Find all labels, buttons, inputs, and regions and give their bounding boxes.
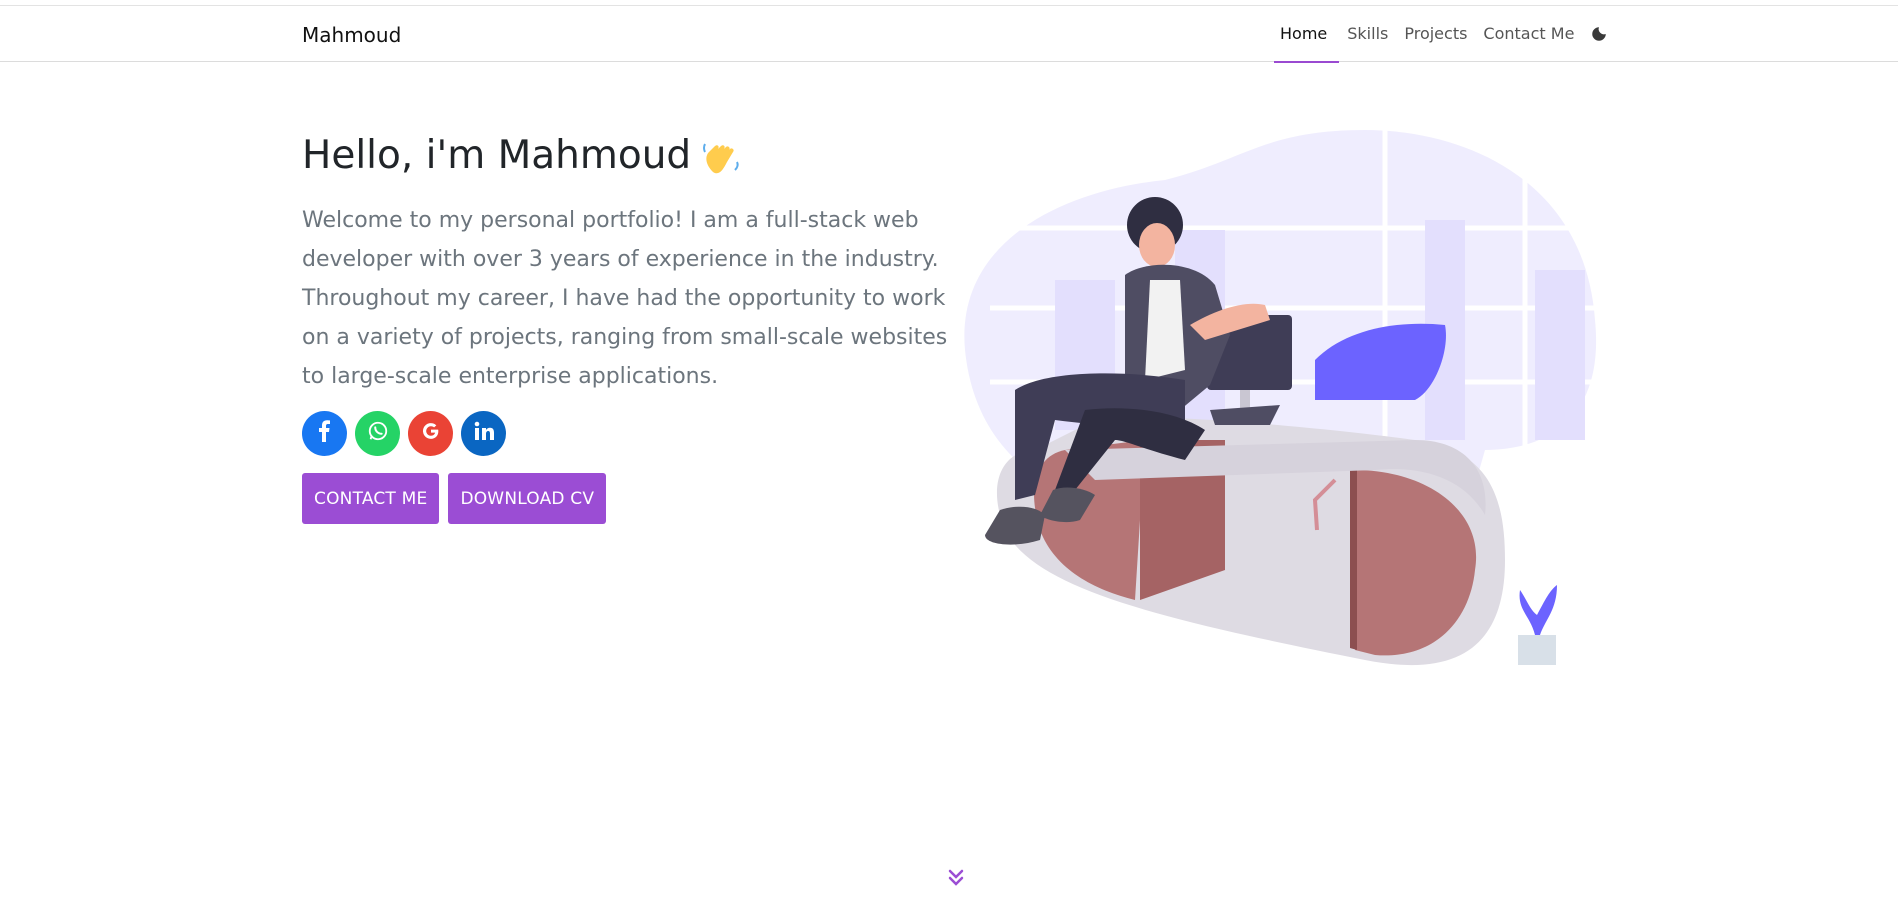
nav-link-projects[interactable]: Projects <box>1396 6 1475 62</box>
brand-logo[interactable]: Mahmoud <box>302 23 401 47</box>
nav-links: Home Skills Projects Contact Me <box>1274 6 1610 63</box>
nav-link-skills[interactable]: Skills <box>1339 6 1396 62</box>
hero-title: Hello, i'm Mahmoud <box>302 133 743 178</box>
waving-hand-icon <box>699 134 743 178</box>
nav-link-contact[interactable]: Contact Me <box>1475 6 1582 62</box>
hero-title-text: Hello, i'm Mahmoud <box>302 133 692 178</box>
hero-illustration <box>945 120 1605 680</box>
google-icon <box>420 420 442 448</box>
contact-me-button[interactable]: CONTACT ME <box>302 473 440 524</box>
navbar: Mahmoud Home Skills Projects Contact Me <box>0 6 1898 63</box>
double-chevron-down-icon[interactable] <box>947 868 965 888</box>
nav-link-home[interactable]: Home <box>1274 6 1340 63</box>
facebook-icon <box>315 419 335 448</box>
facebook-button[interactable] <box>302 411 347 456</box>
moon-icon[interactable] <box>1588 23 1610 45</box>
social-links <box>302 411 506 456</box>
download-cv-button[interactable]: DOWNLOAD CV <box>448 473 607 524</box>
hero-description: Welcome to my personal portfolio! I am a… <box>302 208 948 389</box>
whatsapp-button[interactable] <box>355 411 400 456</box>
hero-buttons: CONTACT ME DOWNLOAD CV <box>302 473 607 524</box>
whatsapp-icon <box>367 420 389 448</box>
linkedin-button[interactable] <box>461 411 506 456</box>
linkedin-icon <box>474 421 494 447</box>
google-button[interactable] <box>408 411 453 456</box>
